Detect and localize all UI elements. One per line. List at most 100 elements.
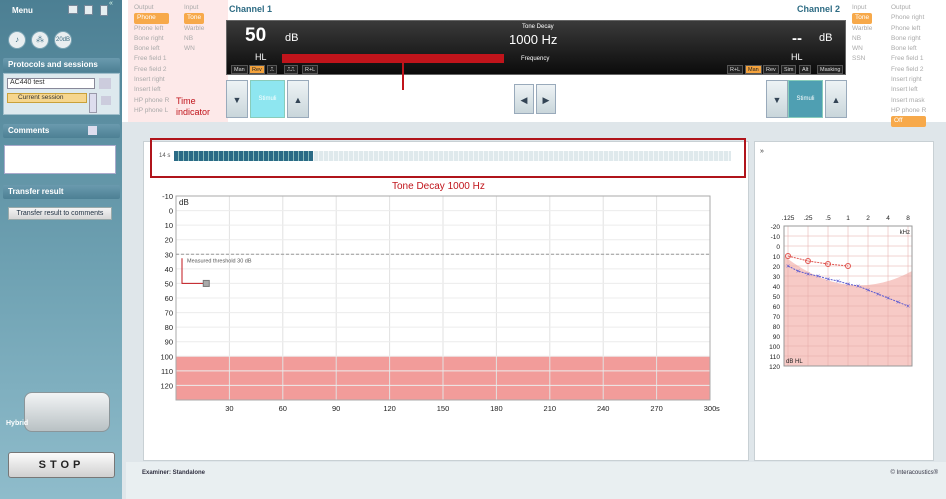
- y-tick-label: 100: [160, 352, 173, 361]
- rev-button[interactable]: Rev: [249, 65, 265, 74]
- y-tick-label: 0: [169, 207, 173, 216]
- ch1-input-tone[interactable]: Tone: [184, 13, 205, 24]
- pulse-single-button[interactable]: ⎍: [267, 65, 277, 74]
- x-tick-label: 270: [650, 404, 663, 413]
- examiner-label: Examiner: Standalone: [142, 470, 206, 476]
- y-axis-label: dB HL: [786, 359, 803, 365]
- x-tick-label: 8: [906, 215, 910, 222]
- y-tick-label: 110: [770, 354, 781, 361]
- y-tick-label: 50: [165, 279, 173, 288]
- menu-button[interactable]: Menu: [12, 6, 33, 15]
- y-tick-label: -20: [771, 224, 781, 231]
- ch2-down-button[interactable]: ▼: [766, 80, 788, 118]
- ch2-input-item[interactable]: NB: [852, 34, 872, 44]
- series-left-point: ×: [836, 279, 840, 286]
- symbol-icon[interactable]: ⁂: [31, 31, 49, 49]
- ch2-output-item[interactable]: Phone right: [891, 13, 926, 23]
- ch1-down-button[interactable]: ▼: [226, 80, 248, 118]
- comments-edit-icon[interactable]: [88, 126, 97, 135]
- x-tick-label: 240: [597, 404, 610, 413]
- x-tick-label: 4: [886, 215, 890, 222]
- x-tick-label: 2: [866, 215, 870, 222]
- ch1-output-item[interactable]: Insert right: [134, 75, 169, 85]
- comments-box[interactable]: [4, 145, 116, 174]
- ch2-input-item[interactable]: SSN: [852, 54, 872, 64]
- y-tick-label: 120: [160, 381, 173, 390]
- transfer-button[interactable]: Transfer result to comments: [8, 207, 112, 220]
- next-button[interactable]: ▶: [536, 84, 556, 114]
- frequency-value: 1000 Hz: [509, 32, 558, 47]
- x-tick-label: .125: [782, 215, 795, 222]
- ch1-output-item[interactable]: Bone left: [134, 44, 169, 54]
- session-spinner[interactable]: [89, 93, 97, 113]
- ch1-stimuli-button[interactable]: Stimuli: [250, 80, 285, 118]
- ch2-input-item[interactable]: Warble: [852, 24, 872, 34]
- print-icon[interactable]: [68, 5, 78, 14]
- progress-label: 14 s: [159, 153, 171, 159]
- ch2-level-unit: dB: [819, 32, 833, 44]
- ch1-up-button[interactable]: ▲: [287, 80, 309, 118]
- session-icon[interactable]: [101, 96, 111, 105]
- step-20db-button[interactable]: 20dB: [54, 31, 72, 49]
- ch2-stimuli-button[interactable]: Stimuli: [788, 80, 823, 118]
- rl2-button[interactable]: R+L: [727, 65, 744, 74]
- ch1-output-item[interactable]: Bone right: [134, 34, 169, 44]
- data-marker: [202, 279, 210, 287]
- y-tick-label: 60: [773, 304, 781, 311]
- alt-button[interactable]: Alt: [799, 65, 812, 74]
- music-note-icon[interactable]: ♪: [8, 31, 26, 49]
- collapse-icon[interactable]: «: [109, 0, 113, 7]
- ch2-input-tone[interactable]: Tone: [852, 13, 873, 24]
- protocol-select[interactable]: AC440 test: [7, 78, 95, 89]
- comments-title: Comments: [3, 124, 120, 138]
- ch1-output-item[interactable]: HP phone R: [134, 96, 169, 106]
- ch1-output-phone[interactable]: Phone: [134, 13, 170, 24]
- ch2-output-item[interactable]: Phone left: [891, 24, 926, 34]
- y-tick-label: 100: [769, 344, 780, 351]
- stop-button[interactable]: STOP: [8, 452, 115, 478]
- rl-button[interactable]: R+L: [302, 65, 319, 74]
- ch2-output-item[interactable]: Insert right: [891, 75, 926, 85]
- pulse-multi-button[interactable]: ⎍⎍: [284, 65, 298, 74]
- ch2-output-item[interactable]: Bone left: [891, 44, 926, 54]
- footer: Examiner: Standalone © Interacoustics®: [126, 462, 946, 499]
- book-icon[interactable]: [100, 5, 108, 16]
- y-tick-label: 50: [773, 294, 781, 301]
- protocol-settings-icon[interactable]: [99, 78, 111, 89]
- masking-button[interactable]: Masking: [817, 65, 844, 74]
- frequency-label: Frequency: [521, 56, 550, 62]
- ch1-input-item[interactable]: WN: [184, 44, 204, 54]
- ch1-output-item[interactable]: HP phone L: [134, 106, 169, 116]
- ch1-input-item[interactable]: NB: [184, 34, 204, 44]
- man-button[interactable]: Man: [231, 65, 248, 74]
- sim-button[interactable]: Sim: [781, 65, 797, 74]
- x-tick-label: 1: [846, 215, 850, 222]
- x-tick-label: 120: [383, 404, 396, 413]
- tone-decay-chart: 30 60 90 120 150 180 210 240 270 300 -10 0 10 20 30 40 5…: [160, 192, 720, 413]
- ch2-output-off[interactable]: Off: [891, 116, 927, 127]
- ch2-output-item[interactable]: Insert mask: [891, 96, 926, 106]
- prev-button[interactable]: ◀: [514, 84, 534, 114]
- ch2-output-item[interactable]: Free field 1: [891, 54, 926, 64]
- ch1-input-item[interactable]: Warble: [184, 24, 204, 34]
- ch1-output-item[interactable]: Free field 2: [134, 65, 169, 75]
- ch1-output-item[interactable]: Free field 1: [134, 54, 169, 64]
- ch1-output-item[interactable]: Phone left: [134, 24, 169, 34]
- rev2-button[interactable]: Rev: [763, 65, 779, 74]
- ch2-output-item[interactable]: Insert left: [891, 85, 926, 95]
- ch1-output-item[interactable]: Insert left: [134, 85, 169, 95]
- hybrid-label: Hybrid: [6, 420, 29, 427]
- man2-button[interactable]: Man: [745, 65, 762, 74]
- ch2-scale: HL: [791, 52, 803, 62]
- ch2-output-item[interactable]: Bone right: [891, 34, 926, 44]
- channel2-output-list: Output Phone right Phone left Bone right…: [891, 3, 927, 127]
- save-icon[interactable]: [84, 5, 93, 15]
- expand-icon[interactable]: »: [760, 148, 764, 155]
- ch2-output-item[interactable]: Free field 2: [891, 65, 926, 75]
- ch2-input-item[interactable]: WN: [852, 44, 872, 54]
- ch2-up-button[interactable]: ▲: [825, 80, 847, 118]
- ch2-output-item[interactable]: HP phone R: [891, 106, 926, 116]
- channel1-output-list: Output Phone Phone left Bone right Bone …: [134, 3, 170, 116]
- current-session[interactable]: Current session: [7, 93, 87, 103]
- threshold-label: Measured threshold 30 dB: [187, 258, 252, 264]
